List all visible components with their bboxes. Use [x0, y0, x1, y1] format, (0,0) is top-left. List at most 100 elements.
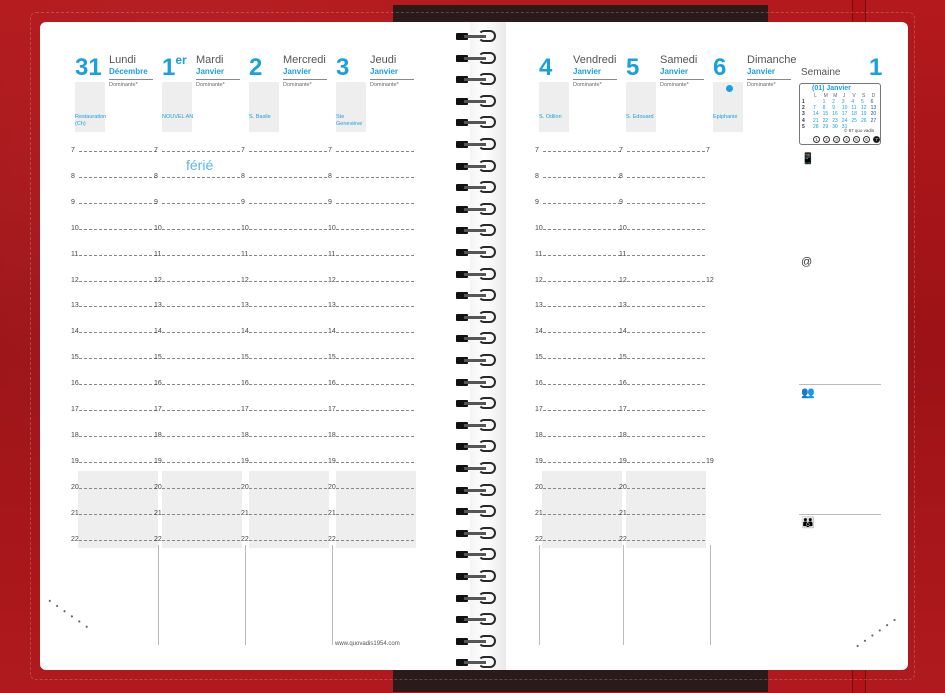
hour-slot[interactable]: 18 — [535, 432, 621, 462]
hour-slot[interactable]: 12 — [71, 277, 157, 307]
hour-slot[interactable]: 16 — [71, 380, 157, 410]
hour-slot[interactable]: 10 — [328, 225, 414, 255]
hour-slot[interactable]: 10 — [241, 225, 327, 255]
hour-slot[interactable]: 12 — [241, 277, 327, 307]
hour-slot[interactable]: 20 — [328, 484, 414, 514]
hour-slot[interactable]: 17 — [535, 406, 621, 436]
hour-slot[interactable]: 9 — [154, 199, 240, 229]
hour-slot[interactable]: 16 — [535, 380, 621, 410]
hour-slot[interactable]: 11 — [535, 251, 621, 281]
hour-slot[interactable]: 15 — [328, 354, 414, 384]
hour-slot[interactable]: 20 — [535, 484, 621, 514]
hour-slot[interactable]: 18 — [328, 432, 414, 462]
hour-slot[interactable]: 10 — [535, 225, 621, 255]
hour-slot[interactable]: 16 — [241, 380, 327, 410]
hour-slot[interactable]: 19 — [241, 458, 327, 488]
hour-slot[interactable]: 14 — [535, 328, 621, 358]
hour-slot[interactable]: 16 — [154, 380, 240, 410]
hour-slot[interactable]: 19 — [154, 458, 240, 488]
hour-slot[interactable]: 18 — [154, 432, 240, 462]
hour-label: 12 — [706, 276, 714, 284]
hour-slot[interactable]: 19 — [71, 458, 157, 488]
hour-slot[interactable]: 12 — [619, 277, 705, 307]
spiral-ring — [454, 526, 504, 539]
hour-slot[interactable]: 12 — [328, 277, 414, 307]
hour-slot[interactable]: 13 — [328, 302, 414, 332]
hour-slot[interactable]: 17 — [619, 406, 705, 436]
hour-slot[interactable]: 21 — [619, 510, 705, 540]
hour-slot[interactable]: 14 — [328, 328, 414, 358]
hour-slot[interactable]: 9 — [535, 199, 621, 229]
hour-slot[interactable]: 18 — [241, 432, 327, 462]
hour-slot[interactable]: 11 — [241, 251, 327, 281]
hour-slot[interactable]: 22 — [71, 536, 157, 566]
hour-slot[interactable]: 13 — [154, 302, 240, 332]
hour-slot[interactable]: 14 — [241, 328, 327, 358]
hour-slot[interactable]: 19 — [619, 458, 705, 488]
hour-slot[interactable]: 20 — [154, 484, 240, 514]
hour-slot[interactable]: 9 — [619, 199, 705, 229]
hour-slot[interactable]: 18 — [619, 432, 705, 462]
hour-slot[interactable]: 8 — [154, 173, 240, 203]
hour-slot[interactable]: 11 — [619, 251, 705, 281]
hour-slot[interactable]: 12 — [535, 277, 621, 307]
hour-slot[interactable]: 17 — [154, 406, 240, 436]
hour-slot[interactable]: 7 — [706, 147, 792, 177]
hour-slot[interactable]: 10 — [619, 225, 705, 255]
hour-slot[interactable]: 8 — [71, 173, 157, 203]
hour-slot[interactable]: 22 — [619, 536, 705, 566]
hour-slot[interactable]: 21 — [241, 510, 327, 540]
hour-slot[interactable]: 16 — [619, 380, 705, 410]
hour-slot[interactable]: 7 — [71, 147, 157, 177]
hour-slot[interactable]: 14 — [71, 328, 157, 358]
hour-slot[interactable]: 7 — [619, 147, 705, 177]
hour-slot[interactable]: 21 — [535, 510, 621, 540]
hour-slot[interactable]: 22 — [535, 536, 621, 566]
hour-slot[interactable]: 18 — [71, 432, 157, 462]
hour-slot[interactable]: 9 — [241, 199, 327, 229]
hour-slot[interactable]: 15 — [154, 354, 240, 384]
hour-slot[interactable]: 19 — [328, 458, 414, 488]
hour-slot[interactable]: 21 — [154, 510, 240, 540]
hour-slot[interactable]: 8 — [619, 173, 705, 203]
hour-slot[interactable]: 9 — [71, 199, 157, 229]
hour-slot[interactable]: 9 — [328, 199, 414, 229]
hour-slot[interactable]: 11 — [328, 251, 414, 281]
hour-slot[interactable]: 15 — [535, 354, 621, 384]
hour-slot[interactable]: 7 — [328, 147, 414, 177]
hour-slot[interactable]: 22 — [154, 536, 240, 566]
hour-slot[interactable]: 20 — [71, 484, 157, 514]
hour-slot[interactable]: 16 — [328, 380, 414, 410]
hour-slot[interactable]: 8 — [241, 173, 327, 203]
hour-slot[interactable]: 15 — [71, 354, 157, 384]
hour-slot[interactable]: 19 — [535, 458, 621, 488]
hour-slot[interactable]: 20 — [241, 484, 327, 514]
hour-slot[interactable]: 19 — [706, 458, 792, 488]
hour-slot[interactable]: 8 — [328, 173, 414, 203]
hour-slot[interactable]: 17 — [71, 406, 157, 436]
hour-slot[interactable]: 13 — [619, 302, 705, 332]
hour-slot[interactable]: 7 — [241, 147, 327, 177]
hour-slot[interactable]: 20 — [619, 484, 705, 514]
hour-slot[interactable]: 15 — [619, 354, 705, 384]
hour-slot[interactable]: 13 — [535, 302, 621, 332]
hour-slot[interactable]: 11 — [71, 251, 157, 281]
hour-slot[interactable]: 22 — [328, 536, 414, 566]
hour-slot[interactable]: 8 — [535, 173, 621, 203]
hour-slot[interactable]: 11 — [154, 251, 240, 281]
hour-slot[interactable]: 12 — [154, 277, 240, 307]
hour-slot[interactable]: 13 — [71, 302, 157, 332]
hour-slot[interactable]: 17 — [241, 406, 327, 436]
hour-slot[interactable]: 13 — [241, 302, 327, 332]
hour-slot[interactable]: 17 — [328, 406, 414, 436]
hour-slot[interactable]: 14 — [154, 328, 240, 358]
hour-slot[interactable]: 7 — [535, 147, 621, 177]
hour-slot[interactable]: 12 — [706, 277, 792, 307]
hour-slot[interactable]: 21 — [328, 510, 414, 540]
hour-slot[interactable]: 14 — [619, 328, 705, 358]
hour-slot[interactable]: 22 — [241, 536, 327, 566]
hour-slot[interactable]: 10 — [71, 225, 157, 255]
hour-slot[interactable]: 21 — [71, 510, 157, 540]
hour-slot[interactable]: 15 — [241, 354, 327, 384]
hour-slot[interactable]: 10 — [154, 225, 240, 255]
